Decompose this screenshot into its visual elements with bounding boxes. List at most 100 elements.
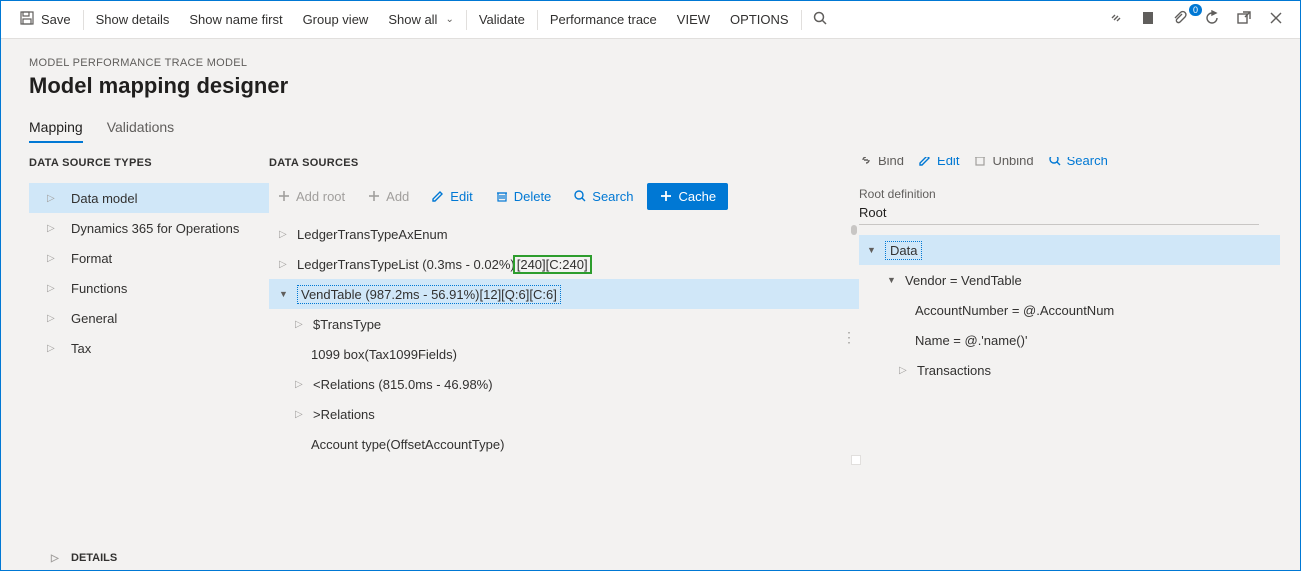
popout-icon[interactable] — [1228, 10, 1260, 29]
expand-icon[interactable] — [899, 365, 909, 376]
scroll-end[interactable] — [851, 455, 861, 465]
office-icon[interactable] — [1132, 10, 1164, 29]
show-details-button[interactable]: Show details — [86, 1, 180, 38]
options-label: OPTIONS — [730, 12, 789, 27]
page-content: MODEL PERFORMANCE TRACE MODEL Model mapp… — [1, 39, 1300, 570]
model-tree: Data Vendor = VendTable AccountNumber = … — [859, 235, 1280, 385]
type-label: Format — [71, 251, 112, 266]
data-model-panel: DATA MODEL Bind Edit Unbind Search — [859, 157, 1300, 544]
command-bar: Save Show details Show name first Group … — [1, 1, 1300, 39]
save-button[interactable]: Save — [9, 1, 81, 38]
tree-row-relations-in[interactable]: <Relations (815.0ms - 46.98%) — [269, 369, 859, 399]
show-all-label: Show all — [388, 12, 437, 27]
show-details-label: Show details — [96, 12, 170, 27]
type-label: Tax — [71, 341, 91, 356]
tab-validations[interactable]: Validations — [107, 119, 174, 143]
separator — [801, 10, 802, 30]
close-icon[interactable] — [1260, 10, 1292, 29]
perf-highlight: [240][C:240] — [513, 255, 592, 274]
expand-icon — [47, 283, 57, 294]
model-search-button[interactable]: Search — [1048, 157, 1108, 168]
tab-mapping[interactable]: Mapping — [29, 119, 83, 143]
edit-button[interactable]: Edit — [423, 185, 480, 208]
show-all-dropdown[interactable]: Show all ⌄ — [378, 1, 464, 38]
model-label: Data — [885, 241, 922, 260]
separator — [466, 10, 467, 30]
data-source-types-panel: DATA SOURCE TYPES Data model Dynamics 36… — [29, 157, 269, 544]
type-label: Data model — [71, 191, 137, 206]
expand-icon[interactable] — [279, 259, 289, 270]
model-edit-button[interactable]: Edit — [918, 157, 959, 168]
types-heading: DATA SOURCE TYPES — [29, 157, 269, 169]
search-button[interactable]: Search — [565, 185, 641, 208]
separator — [537, 10, 538, 30]
model-row-vendor[interactable]: Vendor = VendTable — [859, 265, 1280, 295]
add-root-button: Add root — [269, 185, 353, 208]
unbind-button[interactable]: Unbind — [973, 157, 1033, 168]
unbind-label: Unbind — [992, 157, 1033, 168]
model-row-name[interactable]: Name = @.'name()' — [859, 325, 1280, 355]
collapse-icon[interactable] — [279, 289, 289, 300]
separator — [83, 10, 84, 30]
type-d365[interactable]: Dynamics 365 for Operations — [29, 213, 269, 243]
options-menu[interactable]: OPTIONS — [720, 1, 799, 38]
performance-trace-button[interactable]: Performance trace — [540, 1, 667, 38]
save-icon — [19, 10, 35, 29]
expand-icon[interactable] — [295, 319, 305, 330]
model-toolbar: Bind Edit Unbind Search — [859, 157, 1280, 175]
group-view-button[interactable]: Group view — [293, 1, 379, 38]
view-menu[interactable]: VIEW — [667, 1, 720, 38]
tree-row-relations-out[interactable]: >Relations — [269, 399, 859, 429]
view-label: VIEW — [677, 12, 710, 27]
tree-label: $TransType — [313, 317, 381, 332]
model-label: Name = @.'name()' — [915, 333, 1027, 348]
type-format[interactable]: Format — [29, 243, 269, 273]
more-icon[interactable]: ⋮ — [842, 329, 855, 346]
link-icon[interactable] — [1100, 10, 1132, 29]
root-definition-label: Root definition — [859, 187, 1280, 201]
model-label: Transactions — [917, 363, 991, 378]
tree-row-account-type[interactable]: Account type(OffsetAccountType) — [269, 429, 859, 459]
tree-row-ledger-enum[interactable]: LedgerTransTypeAxEnum — [269, 219, 859, 249]
attachments-icon[interactable]: 0 — [1164, 10, 1196, 29]
tab-validations-label: Validations — [107, 119, 174, 135]
expand-icon — [47, 313, 57, 324]
bind-button[interactable]: Bind — [859, 157, 904, 168]
validate-button[interactable]: Validate — [469, 1, 535, 38]
expand-icon[interactable] — [295, 379, 305, 390]
type-functions[interactable]: Functions — [29, 273, 269, 303]
tree-label: 1099 box(Tax1099Fields) — [311, 347, 457, 362]
search-icon[interactable] — [804, 10, 836, 29]
type-general[interactable]: General — [29, 303, 269, 333]
details-section[interactable]: DETAILS — [29, 544, 1300, 570]
type-data-model[interactable]: Data model — [29, 183, 269, 213]
tree-row-ledger-list[interactable]: LedgerTransTypeList (0.3ms - 0.02%)[240]… — [269, 249, 859, 279]
sources-toolbar: Add root Add Edit Delete Search — [269, 179, 859, 213]
expand-icon — [47, 223, 57, 234]
scroll-thumb[interactable] — [851, 225, 857, 235]
delete-button[interactable]: Delete — [487, 185, 560, 208]
expand-icon[interactable] — [279, 229, 289, 240]
model-row-transactions[interactable]: Transactions — [859, 355, 1280, 385]
model-row-data[interactable]: Data — [859, 235, 1280, 265]
type-label: General — [71, 311, 117, 326]
type-tax[interactable]: Tax — [29, 333, 269, 363]
tree-row-1099box[interactable]: 1099 box(Tax1099Fields) — [269, 339, 859, 369]
save-label: Save — [41, 12, 71, 27]
show-name-first-label: Show name first — [189, 12, 282, 27]
collapse-icon[interactable] — [887, 275, 897, 286]
expand-icon[interactable] — [51, 553, 61, 564]
expand-icon[interactable] — [295, 409, 305, 420]
tree-label: LedgerTransTypeList (0.3ms - 0.02%)[240]… — [297, 255, 592, 274]
tree-row-vendtable[interactable]: VendTable (987.2ms - 56.91%)[12][Q:6][C:… — [269, 279, 859, 309]
tree-label: LedgerTransTypeAxEnum — [297, 227, 448, 242]
show-name-first-button[interactable]: Show name first — [179, 1, 292, 38]
tree-row-transtype[interactable]: $TransType — [269, 309, 859, 339]
add-button: Add — [359, 185, 417, 208]
collapse-icon[interactable] — [867, 245, 877, 256]
root-definition-value[interactable]: Root — [859, 205, 1259, 225]
model-row-account[interactable]: AccountNumber = @.AccountNum — [859, 295, 1280, 325]
expand-icon — [47, 193, 57, 204]
cache-button[interactable]: Cache — [647, 183, 728, 210]
sources-heading: DATA SOURCES — [269, 157, 859, 169]
